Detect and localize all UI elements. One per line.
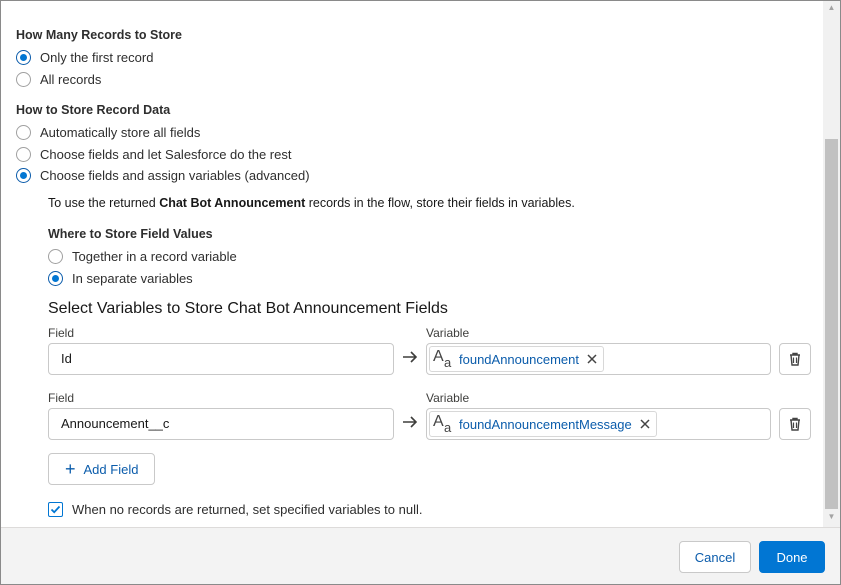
delete-row-button[interactable] — [779, 408, 811, 440]
variable-pill-label: foundAnnouncement — [459, 351, 579, 367]
radio-auto-store-all[interactable]: Automatically store all fields — [16, 123, 200, 141]
cancel-button[interactable]: Cancel — [679, 541, 751, 573]
field-label: Field — [48, 391, 75, 405]
variable-pill-label: foundAnnouncementMessage — [459, 416, 632, 432]
arrow-right-icon — [401, 348, 419, 371]
radio-button[interactable] — [16, 71, 31, 87]
checkbox-label: When no records are returned, set specif… — [72, 501, 423, 517]
mapping-heading: Select Variables to Store Chat Bot Annou… — [48, 300, 448, 317]
text-type-icon: Aa — [433, 348, 452, 370]
variable-pill[interactable]: Aa foundAnnouncementMessage — [429, 411, 657, 437]
radio-together-record-variable[interactable]: Together in a record variable — [48, 247, 237, 265]
vertical-scrollbar[interactable]: ▲ ▼ — [823, 1, 840, 527]
delete-row-button[interactable] — [779, 343, 811, 375]
radio-label: All records — [40, 71, 102, 87]
arrow-right-icon — [401, 413, 419, 436]
info-prefix: To use the returned — [48, 196, 160, 210]
add-field-button[interactable]: + Add Field — [48, 453, 156, 485]
variable-combobox-row-2[interactable]: Aa foundAnnouncementMessage — [426, 408, 771, 440]
variable-label: Variable — [426, 326, 470, 340]
variable-pill[interactable]: Aa foundAnnouncement — [429, 346, 604, 372]
trash-icon — [790, 417, 800, 431]
info-suffix: records in the flow, store their fields … — [305, 196, 575, 210]
variable-label: Variable — [426, 391, 470, 405]
variable-combobox-row-1[interactable]: Aa foundAnnouncement — [426, 343, 771, 375]
close-icon[interactable] — [638, 416, 652, 432]
radio-only-first-record[interactable]: Only the first record — [16, 48, 153, 66]
scroll-down-icon[interactable]: ▼ — [823, 510, 840, 524]
field-input-id[interactable]: Id — [48, 343, 394, 375]
radio-button-checked[interactable] — [48, 270, 63, 286]
plus-icon: + — [65, 459, 76, 479]
radio-label: In separate variables — [72, 270, 193, 286]
null-variables-checkbox-row[interactable]: When no records are returned, set specif… — [48, 500, 422, 518]
radio-choose-fields-variables[interactable]: Choose fields and assign variables (adva… — [16, 166, 310, 184]
radio-choose-fields-salesforce[interactable]: Choose fields and let Salesforce do the … — [16, 145, 291, 163]
radio-label: Only the first record — [40, 49, 154, 65]
close-icon[interactable] — [585, 351, 599, 367]
radio-label: Choose fields and assign variables (adva… — [40, 167, 310, 183]
radio-all-records[interactable]: All records — [16, 70, 101, 88]
store-section-title: How to Store Record Data — [16, 103, 171, 117]
info-text: To use the returned Chat Bot Announcemen… — [48, 196, 575, 210]
radio-label: Automatically store all fields — [40, 124, 201, 140]
radio-label: Choose fields and let Salesforce do the … — [40, 146, 292, 162]
where-section-title: Where to Store Field Values — [48, 227, 213, 241]
radio-label: Together in a record variable — [72, 248, 237, 264]
modal-body: How Many Records to Store Only the first… — [1, 1, 822, 527]
radio-separate-variables[interactable]: In separate variables — [48, 269, 193, 287]
checkbox-checked[interactable] — [48, 501, 63, 517]
text-type-icon: Aa — [433, 413, 452, 435]
add-field-label: Add Field — [83, 461, 139, 477]
info-object-name: Chat Bot Announcement — [159, 196, 306, 210]
done-button[interactable]: Done — [759, 541, 825, 573]
checkmark-icon — [50, 505, 61, 513]
field-input-announcement[interactable]: Announcement__c — [48, 408, 394, 440]
radio-button-checked[interactable] — [16, 49, 31, 65]
records-section-title: How Many Records to Store — [16, 28, 182, 42]
scroll-up-icon[interactable]: ▲ — [823, 1, 840, 15]
trash-icon — [790, 352, 800, 366]
field-label: Field — [48, 326, 75, 340]
radio-button[interactable] — [48, 248, 63, 264]
radio-button[interactable] — [16, 124, 31, 140]
scrollbar-thumb[interactable] — [825, 139, 838, 509]
modal-footer: Cancel Done — [1, 527, 840, 584]
radio-button-checked[interactable] — [16, 167, 31, 183]
radio-button[interactable] — [16, 146, 31, 162]
